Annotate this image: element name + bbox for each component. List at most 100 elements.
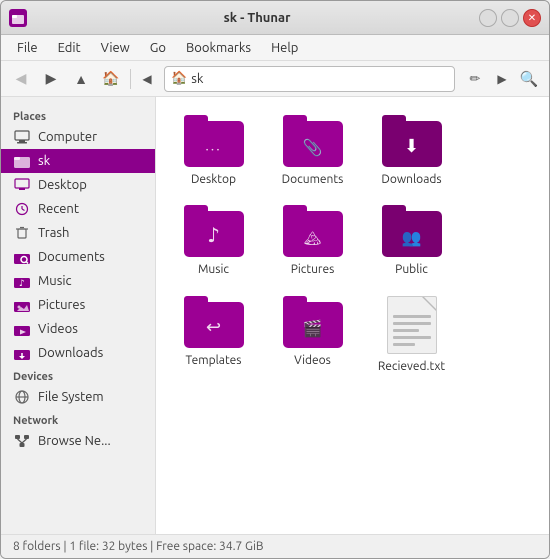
devices-label: Devices	[1, 365, 155, 385]
file-item-pictures[interactable]: 🏔 Pictures	[265, 197, 360, 283]
sidebar-item-recent[interactable]: Recent	[1, 197, 155, 221]
sk-icon	[13, 152, 31, 170]
sidebar-item-filesystem[interactable]: File System	[1, 385, 155, 409]
statusbar-text: 8 folders | 1 file: 32 bytes | Free spac…	[13, 540, 264, 553]
statusbar: 8 folders | 1 file: 32 bytes | Free spac…	[1, 534, 549, 558]
toolbar: ◀ ▶ ▲ 🏠 ◀ 🏠 sk ✏ ▶ 🔍	[1, 61, 549, 97]
file-item-public[interactable]: 👥 Public	[364, 197, 459, 283]
desktop-icon	[13, 176, 31, 194]
menu-go[interactable]: Go	[142, 39, 174, 57]
recieved-filename: Recieved.txt	[378, 360, 445, 374]
file-item-downloads[interactable]: ⬇ Downloads	[364, 107, 459, 193]
templates-folder-icon-grid: ↩	[184, 296, 244, 348]
location-forward-arrow[interactable]: ▶	[491, 65, 513, 93]
places-label: Places	[1, 105, 155, 125]
menu-bookmarks[interactable]: Bookmarks	[178, 39, 259, 57]
close-button[interactable]: ✕	[523, 9, 541, 27]
back-button[interactable]: ◀	[7, 65, 35, 93]
file-item-documents[interactable]: 📎 Documents	[265, 107, 360, 193]
sidebar-label-recent: Recent	[38, 202, 79, 216]
search-button[interactable]: 🔍	[515, 65, 543, 93]
pictures-filename: Pictures	[291, 263, 335, 277]
svg-text:♪: ♪	[19, 278, 25, 288]
location-text: sk	[191, 72, 448, 86]
sidebar-item-network[interactable]: Browse Ne...	[1, 429, 155, 453]
file-item-recieved[interactable]: Recieved.txt	[364, 288, 459, 380]
menubar: File Edit View Go Bookmarks Help	[1, 35, 549, 61]
sidebar-label-documents: Documents	[38, 250, 105, 264]
recent-icon	[13, 200, 31, 218]
sidebar-item-computer[interactable]: Computer	[1, 125, 155, 149]
filesystem-icon	[13, 388, 31, 406]
edit-location-button[interactable]: ✏	[461, 65, 489, 93]
network-icon	[13, 432, 31, 450]
sidebar-label-pictures: Pictures	[38, 298, 85, 312]
sidebar-label-network: Browse Ne...	[38, 434, 111, 448]
desktop-filename: Desktop	[191, 173, 236, 187]
pictures-folder-icon	[13, 296, 31, 314]
sidebar-label-trash: Trash	[38, 226, 69, 240]
menu-view[interactable]: View	[93, 39, 138, 57]
main-window: sk - Thunar ✕ File Edit View Go Bookmark…	[0, 0, 550, 559]
sidebar-label-music: Music	[38, 274, 72, 288]
sidebar-label-computer: Computer	[38, 130, 97, 144]
window-controls: ✕	[479, 9, 541, 27]
sidebar-label-desktop: Desktop	[38, 178, 87, 192]
sidebar-label-filesystem: File System	[38, 390, 104, 404]
network-label: Network	[1, 409, 155, 429]
app-icon	[9, 9, 27, 27]
sidebar-item-downloads[interactable]: Downloads	[1, 341, 155, 365]
sidebar-item-sk[interactable]: sk	[1, 149, 155, 173]
music-filename: Music	[198, 263, 229, 277]
sidebar-item-trash[interactable]: Trash	[1, 221, 155, 245]
documents-folder-icon	[13, 248, 31, 266]
trash-icon	[13, 224, 31, 242]
window-title: sk - Thunar	[35, 11, 479, 25]
public-folder-icon-grid: 👥	[382, 205, 442, 257]
downloads-filename: Downloads	[381, 173, 441, 187]
menu-file[interactable]: File	[9, 39, 46, 57]
file-item-music[interactable]: ♪ Music	[166, 197, 261, 283]
titlebar: sk - Thunar ✕	[1, 1, 549, 35]
music-folder-icon-grid: ♪	[184, 205, 244, 257]
location-back-arrow[interactable]: ◀	[136, 65, 158, 93]
sidebar-item-music[interactable]: ♪ Music	[1, 269, 155, 293]
videos-folder-icon	[13, 320, 31, 338]
main-content: Places Computer sk Desktop	[1, 97, 549, 534]
videos-folder-icon-grid: 🎬	[283, 296, 343, 348]
documents-filename: Documents	[282, 173, 344, 187]
forward-button[interactable]: ▶	[37, 65, 65, 93]
menu-edit[interactable]: Edit	[50, 39, 89, 57]
maximize-button[interactable]	[501, 9, 519, 27]
file-item-templates[interactable]: ↩ Templates	[166, 288, 261, 380]
pictures-folder-icon-grid: 🏔	[283, 205, 343, 257]
sidebar: Places Computer sk Desktop	[1, 97, 156, 534]
txt-file-icon	[387, 296, 437, 354]
file-item-videos[interactable]: 🎬 Videos	[265, 288, 360, 380]
sidebar-label-sk: sk	[38, 154, 50, 168]
file-item-desktop[interactable]: ··· Desktop	[166, 107, 261, 193]
menu-help[interactable]: Help	[263, 39, 306, 57]
minimize-button[interactable]	[479, 9, 497, 27]
desktop-folder-icon: ···	[184, 115, 244, 167]
sidebar-label-videos: Videos	[38, 322, 78, 336]
toolbar-separator	[130, 69, 131, 89]
templates-filename: Templates	[186, 354, 242, 368]
documents-folder-icon-grid: 📎	[283, 115, 343, 167]
sidebar-item-pictures[interactable]: Pictures	[1, 293, 155, 317]
sidebar-label-downloads: Downloads	[38, 346, 103, 360]
location-bar: 🏠 sk	[164, 66, 455, 92]
home-button[interactable]: 🏠	[97, 65, 125, 93]
sidebar-item-documents[interactable]: Documents	[1, 245, 155, 269]
up-button[interactable]: ▲	[67, 65, 95, 93]
sidebar-item-desktop[interactable]: Desktop	[1, 173, 155, 197]
computer-icon	[13, 128, 31, 146]
downloads-folder-icon-grid: ⬇	[382, 115, 442, 167]
videos-filename: Videos	[294, 354, 331, 368]
public-filename: Public	[395, 263, 428, 277]
downloads-folder-icon	[13, 344, 31, 362]
music-folder-icon: ♪	[13, 272, 31, 290]
file-grid: ··· Desktop 📎 Documents ⬇	[156, 97, 549, 534]
location-home-icon: 🏠	[171, 71, 187, 86]
sidebar-item-videos[interactable]: Videos	[1, 317, 155, 341]
